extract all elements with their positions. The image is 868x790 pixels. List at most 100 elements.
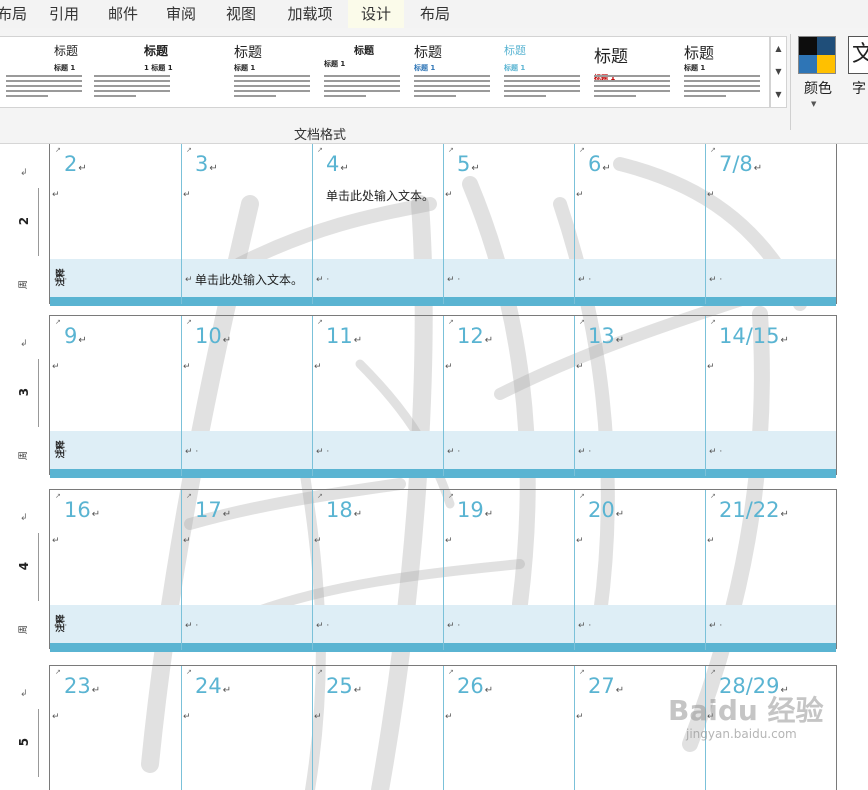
day-number-text: 18 (326, 498, 353, 522)
thumb-subheading: 1 标题 1 (144, 64, 173, 72)
week-char: 周 (19, 450, 30, 461)
day-cell[interactable]: ↗ 12↵ ↵ (443, 316, 574, 431)
gallery-scroll-down-icon[interactable]: ▼ (771, 60, 786, 83)
day-cell[interactable]: ↗ 2↵ ↵ (50, 144, 181, 259)
note-cell-mark-icon: ↵ · (316, 275, 330, 285)
day-cell[interactable]: ↗ 25↵ ↵ (312, 666, 443, 790)
cell-marker-icon: ↗ (55, 492, 61, 500)
color-palette-icon (798, 36, 836, 74)
theme-colors-button[interactable]: 颜色 ▼ (796, 36, 840, 116)
font-glyph-icon: 文 (848, 36, 868, 74)
note-cell-mark-icon: ↵ · (578, 275, 592, 285)
return-mark-icon: ↵ (576, 190, 584, 200)
ribbon-group-label: 文档格式 (293, 128, 346, 143)
return-mark-icon: ↵ (780, 509, 789, 520)
day-cell[interactable]: ↗ 27↵ ↵ (574, 666, 705, 790)
return-mark-icon: ↵ (78, 163, 87, 174)
day-number: 18↵ (326, 498, 362, 522)
week-bracket (38, 533, 39, 601)
return-mark-icon: ↵ (209, 163, 218, 174)
return-mark-icon: ↵ (222, 509, 232, 520)
notes-placeholder-text[interactable]: 单击此处输入文本。 (195, 271, 303, 288)
day-cell[interactable]: ↗ 24↵ ↵ (181, 666, 312, 790)
paragraph-mark-icon: ↲ (20, 689, 28, 699)
document-canvas[interactable]: ↲2周注释↗2↵↵↵ ·↗3↵↵↵ ·↗4↵↵单击此处输入文本。↵ ·↗5↵↵↵… (0, 144, 868, 790)
day-cell[interactable]: ↗ 11↵ ↵ (312, 316, 443, 431)
thumb-heading: 标题 (144, 44, 169, 58)
tab-design[interactable]: 设计 (348, 0, 404, 28)
day-cell[interactable]: ↗ 23↵ ↵ (50, 666, 181, 790)
week-number: 5 (17, 737, 31, 747)
day-number-text: 6 (588, 152, 602, 176)
style-set-thumbnail[interactable]: 标题 标题 1 (318, 37, 406, 107)
note-cell-mark-icon: ↵ · (709, 447, 723, 457)
style-set-gallery: 标题 标题 1 标题 1 标题 1 标题 标题 1 标题 标题 1 标题 标题 … (0, 36, 770, 108)
gallery-more-icon[interactable]: ▼ (771, 83, 786, 106)
thumb-heading: 标题 (54, 44, 79, 58)
day-cell[interactable]: ↗ 3↵ ↵ (181, 144, 312, 259)
day-cell[interactable]: ↗ 17↵ ↵ (181, 490, 312, 605)
thumb-heading: 标题 (504, 44, 526, 57)
day-cell[interactable]: ↗ 21/22↵ ↵ (705, 490, 836, 605)
thumb-heading: 标题 (354, 46, 374, 57)
day-cell[interactable]: ↗ 20↵ ↵ (574, 490, 705, 605)
style-set-thumbnail[interactable]: 标题 标题 1 (678, 37, 766, 107)
day-number: 20↵ (588, 498, 624, 522)
tab-addins[interactable]: 加载项 (272, 0, 348, 28)
day-cell[interactable]: ↗ 16↵ ↵ (50, 490, 181, 605)
day-cell[interactable]: ↗ 14/15↵ ↵ (705, 316, 836, 431)
day-placeholder-text[interactable]: 单击此处输入文本。 (326, 187, 434, 204)
note-cell-mark-icon: ↵ · (54, 275, 68, 285)
return-mark-icon: ↵ (471, 163, 480, 174)
tab-layout[interactable]: 布局 (0, 0, 36, 28)
day-cell[interactable]: ↗ 13↵ ↵ (574, 316, 705, 431)
thumb-heading: 标题 (414, 45, 442, 61)
week-number: 2 (17, 216, 31, 226)
day-cell[interactable]: ↗4↵↵ 单击此处输入文本。 (312, 144, 443, 259)
day-cell[interactable]: ↗ 7/8↵ ↵ (705, 144, 836, 259)
day-number-text: 27 (588, 674, 615, 698)
return-mark-icon: ↵ (91, 685, 101, 696)
theme-fonts-button[interactable]: 文 字 (846, 36, 868, 116)
tab-references[interactable]: 引用 (36, 0, 92, 28)
note-cell-mark-icon: ↵ · (316, 447, 330, 457)
day-cell[interactable]: ↗ 10↵ ↵ (181, 316, 312, 431)
tab-table-layout[interactable]: 布局 (406, 0, 464, 28)
day-number-text: 26 (457, 674, 484, 698)
day-cell[interactable]: ↗ 6↵ ↵ (574, 144, 705, 259)
day-number: 27↵ (588, 674, 624, 698)
return-mark-icon: ↵ (576, 362, 584, 372)
day-cell[interactable]: ↗ 9↵ ↵ (50, 316, 181, 431)
return-mark-icon: ↵ (222, 335, 232, 346)
day-cell[interactable]: ↗ 18↵ ↵ (312, 490, 443, 605)
cell-marker-icon: ↗ (186, 492, 192, 500)
style-set-thumbnail[interactable]: 标题 标题 1 (228, 37, 316, 107)
cell-marker-icon: ↗ (448, 492, 454, 500)
style-set-thumbnail[interactable]: 标题 标题 1 (0, 37, 88, 107)
gallery-scroll-up-icon[interactable]: ▲ (771, 37, 786, 60)
cell-marker-icon: ↗ (55, 146, 61, 154)
day-cell[interactable]: ↗ 26↵ ↵ (443, 666, 574, 790)
note-cell-mark-icon: ↵ · (185, 621, 199, 631)
day-number-text: 24 (195, 674, 222, 698)
week-char: 周 (19, 279, 30, 290)
cell-marker-icon: ↗ (448, 318, 454, 326)
return-mark-icon: ↵ (183, 536, 191, 546)
calendar-week-row: 注释↗2↵↵↵ ·↗3↵↵↵ ·↗4↵↵单击此处输入文本。↵ ·↗5↵↵↵ ·↗… (49, 144, 837, 306)
style-set-thumbnail[interactable]: 标题 1 标题 1 (88, 37, 176, 107)
style-set-thumbnail[interactable]: 标题 标题 1 (408, 37, 496, 107)
day-cell[interactable]: ↗ 28/29↵ ↵ (705, 666, 836, 790)
tab-mailings[interactable]: 邮件 (94, 0, 152, 28)
thumb-subheading: 标题 1 (504, 64, 526, 72)
tab-view[interactable]: 视图 (210, 0, 272, 28)
day-cell[interactable]: ↗ 19↵ ↵ (443, 490, 574, 605)
style-set-thumbnail[interactable]: 标题 标题 1 (588, 37, 676, 107)
week-bracket (38, 359, 39, 427)
note-cell-mark-icon: ↵ · (447, 621, 461, 631)
theme-colors-label: 颜色 (804, 81, 832, 97)
cell-marker-icon: ↗ (579, 492, 585, 500)
tab-review[interactable]: 审阅 (152, 0, 210, 28)
style-set-thumbnail[interactable]: 标题 标题 1 (498, 37, 586, 107)
return-mark-icon: ↵ (615, 509, 625, 520)
day-cell[interactable]: ↗ 5↵ ↵ (443, 144, 574, 259)
